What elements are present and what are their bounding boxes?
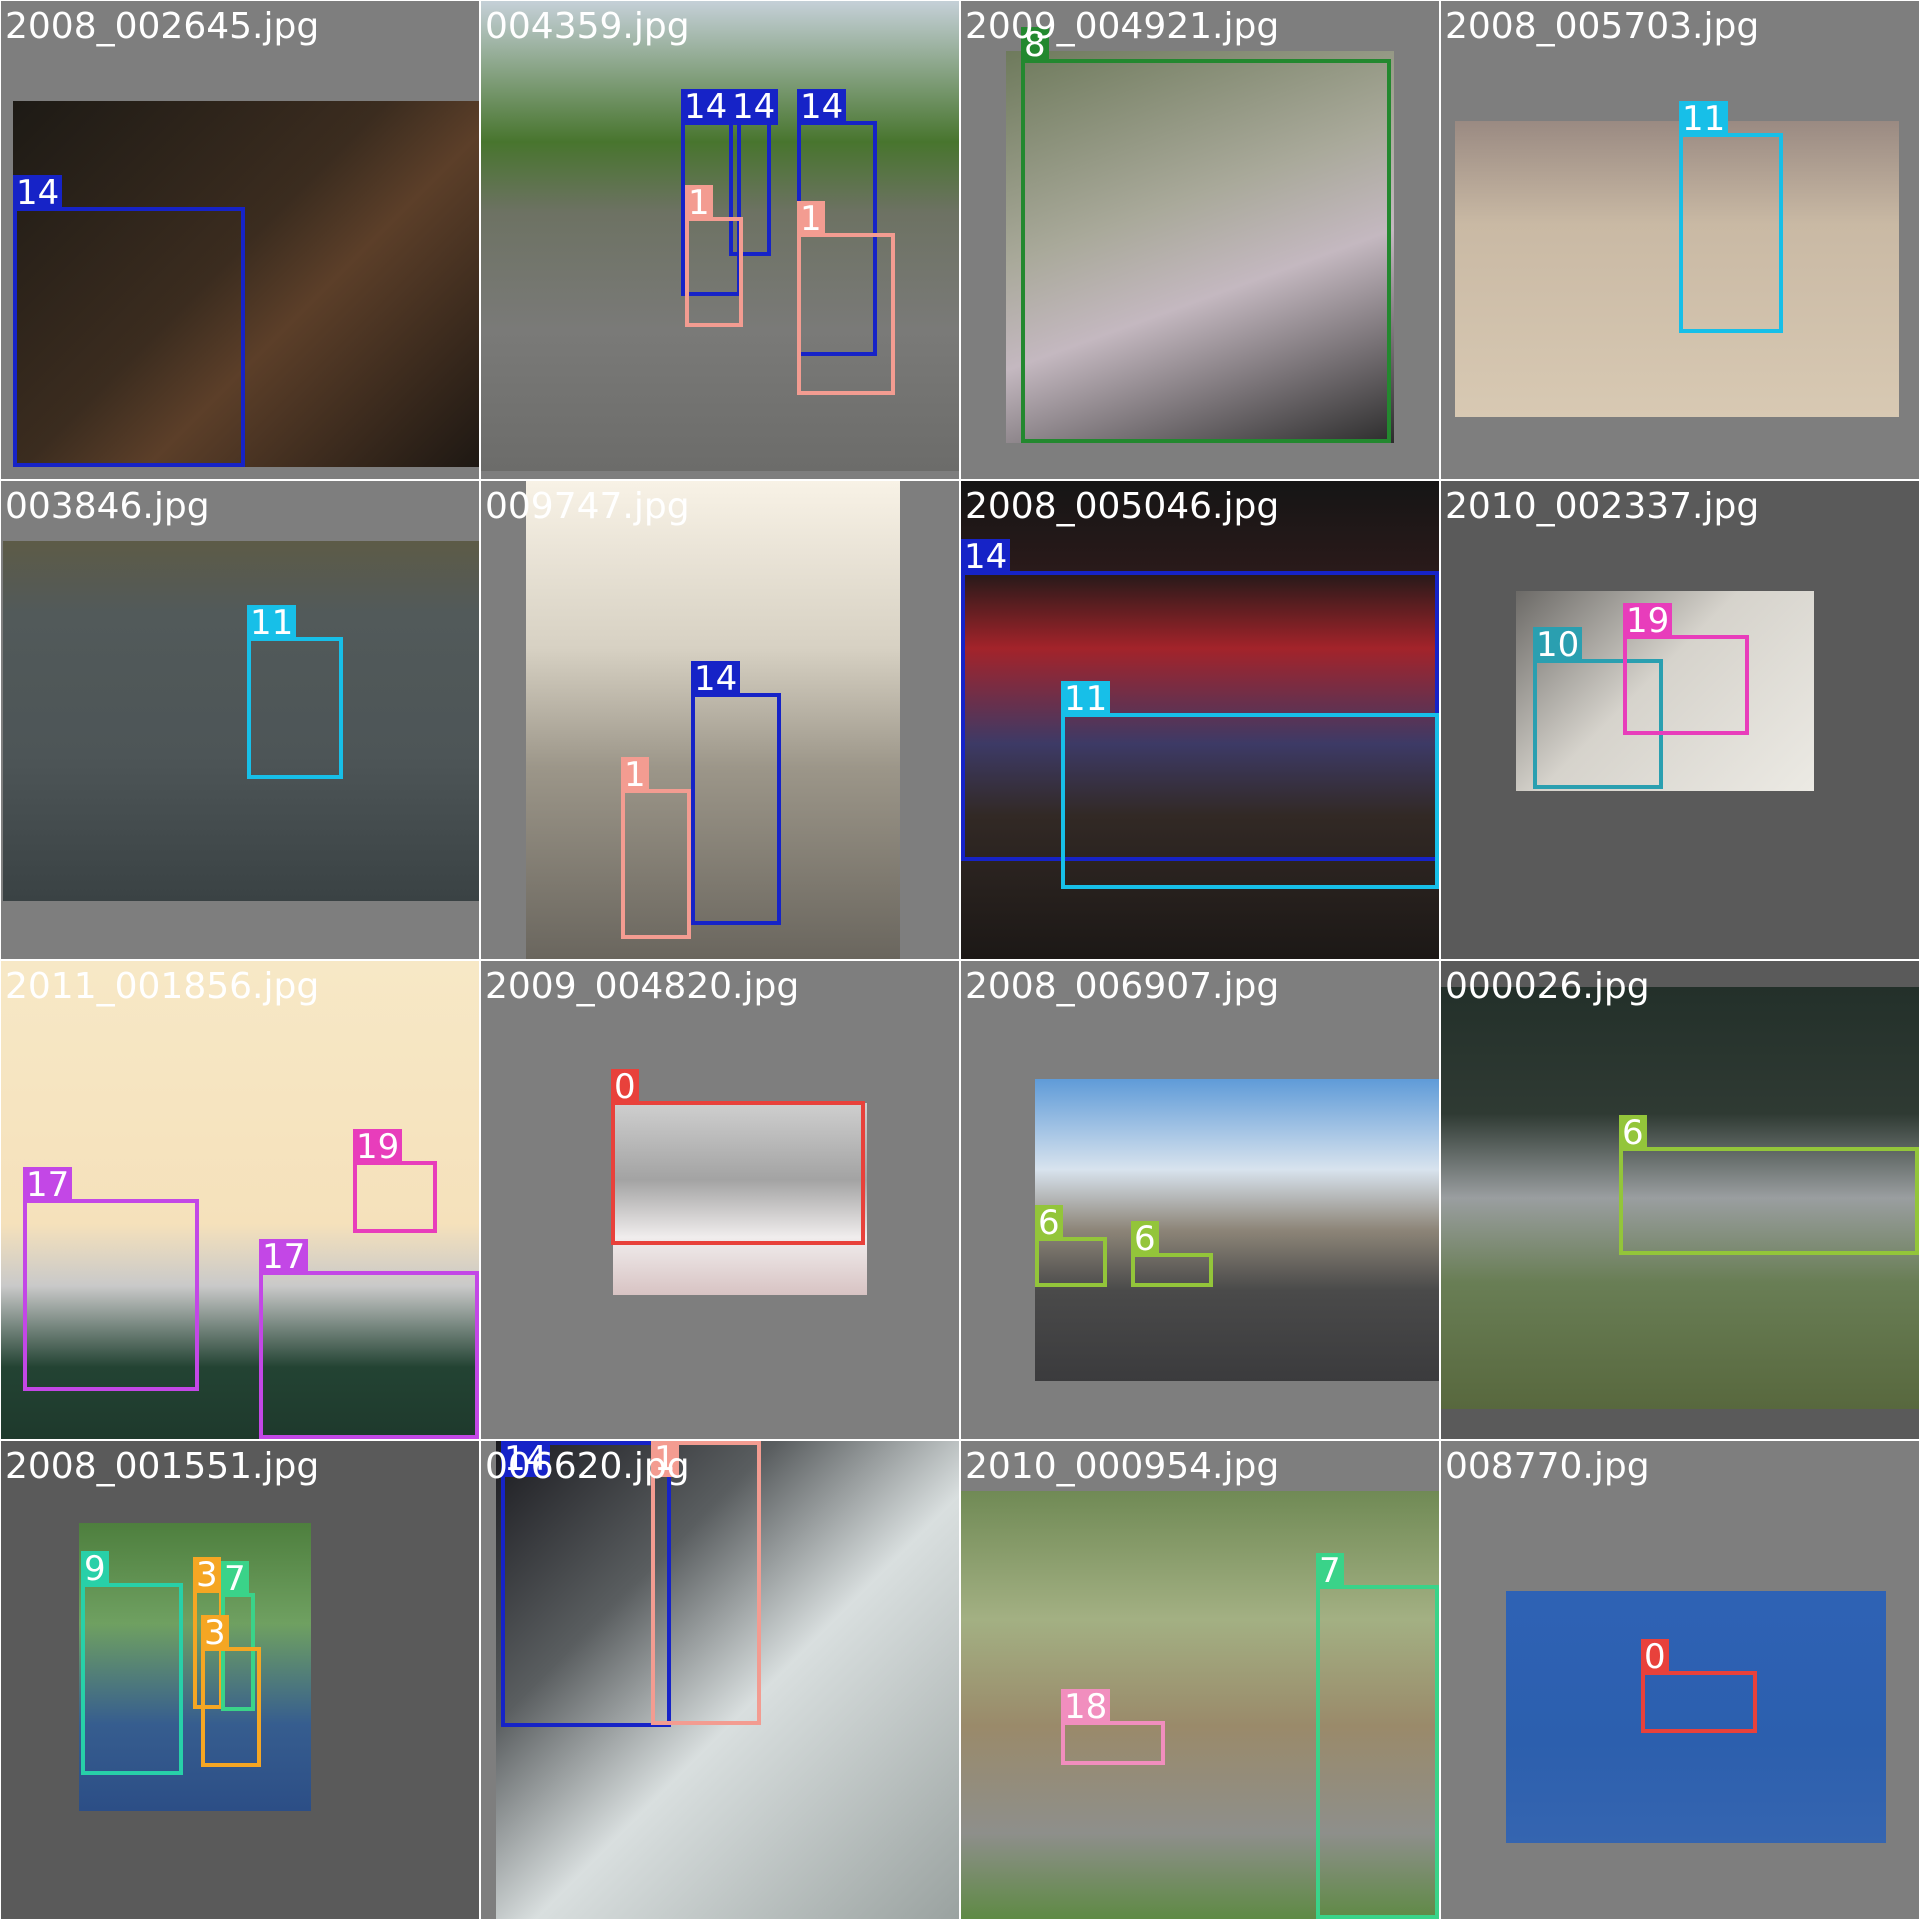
image-filename: 004359.jpg [485, 6, 690, 47]
image-filename: 2008_002645.jpg [5, 6, 320, 47]
bounding-box: 11 [247, 605, 343, 779]
image-filename: 008770.jpg [1445, 1446, 1650, 1487]
bounding-box: 0 [611, 1069, 865, 1245]
class-label: 0 [611, 1069, 639, 1105]
image-tile: 2009_004820.jpg 0 [481, 961, 959, 1439]
image-filename: 003846.jpg [5, 486, 210, 527]
class-label: 17 [23, 1167, 73, 1203]
class-label: 14 [797, 89, 847, 125]
bounding-box: 3 [201, 1615, 261, 1767]
photo [3, 541, 479, 901]
bounding-box: 14 [691, 661, 781, 925]
image-tile: 006620.jpg 14 1 [481, 1441, 959, 1919]
class-label: 3 [201, 1615, 229, 1651]
image-tile: 003846.jpg 11 [1, 481, 479, 959]
class-label: 6 [1131, 1221, 1159, 1257]
bounding-box: 1 [797, 201, 895, 395]
bounding-box: 1 [685, 185, 743, 327]
bounding-box: 6 [1619, 1115, 1919, 1255]
class-label: 11 [1679, 101, 1729, 137]
image-filename: 2008_005046.jpg [965, 486, 1280, 527]
bounding-box: 19 [353, 1129, 437, 1233]
bounding-box: 18 [1061, 1689, 1165, 1765]
class-label: 11 [247, 605, 297, 641]
image-filename: 2009_004921.jpg [965, 6, 1280, 47]
image-tile: 2008_005703.jpg 11 [1441, 1, 1919, 479]
image-filename: 2008_006907.jpg [965, 966, 1280, 1007]
photo [1455, 121, 1899, 417]
image-tile: 2011_001856.jpg 19 17 17 [1, 961, 479, 1439]
class-label: 7 [221, 1561, 249, 1597]
class-label: 11 [1061, 681, 1111, 717]
class-label: 17 [259, 1239, 309, 1275]
bounding-box: 19 [1623, 603, 1749, 735]
image-filename: 2008_001551.jpg [5, 1446, 320, 1487]
bounding-box: 0 [1641, 1639, 1757, 1733]
image-tile: 2008_006907.jpg 6 6 [961, 961, 1439, 1439]
class-label: 6 [1035, 1205, 1063, 1241]
class-label: 7 [1316, 1553, 1344, 1589]
bounding-box: 8 [1021, 27, 1391, 443]
class-label: 14 [961, 539, 1011, 575]
class-label: 14 [729, 89, 779, 125]
image-filename: 2009_004820.jpg [485, 966, 800, 1007]
class-label: 9 [81, 1551, 109, 1587]
photo [1035, 1079, 1439, 1381]
bounding-box: 11 [1061, 681, 1439, 889]
image-filename: 009747.jpg [485, 486, 690, 527]
bounding-box: 9 [81, 1551, 183, 1775]
class-label: 18 [1061, 1689, 1111, 1725]
image-tile: 004359.jpg 14 14 14 1 1 [481, 1, 959, 479]
class-label: 14 [13, 175, 63, 211]
image-tile: 2010_000954.jpg 7 18 [961, 1441, 1439, 1919]
bounding-box: 1 [621, 757, 691, 939]
bounding-box: 7 [1316, 1553, 1439, 1919]
class-label: 1 [621, 757, 649, 793]
image-tile: 000026.jpg 6 [1441, 961, 1919, 1439]
bounding-box: 17 [259, 1239, 479, 1439]
image-tile: 2008_005046.jpg 14 11 [961, 481, 1439, 959]
image-tile: 2009_004921.jpg 8 [961, 1, 1439, 479]
class-label: 14 [691, 661, 741, 697]
image-tile: 009747.jpg 14 1 [481, 481, 959, 959]
bounding-box: 6 [1131, 1221, 1213, 1287]
class-label: 19 [353, 1129, 403, 1165]
class-label: 10 [1533, 627, 1583, 663]
class-label: 1 [797, 201, 825, 237]
bounding-box: 17 [23, 1167, 199, 1391]
image-filename: 000026.jpg [1445, 966, 1650, 1007]
image-filename: 2010_000954.jpg [965, 1446, 1280, 1487]
class-label: 14 [681, 89, 731, 125]
image-tile: 2008_002645.jpg 14 [1, 1, 479, 479]
image-filename: 2011_001856.jpg [5, 966, 320, 1007]
class-label: 19 [1623, 603, 1673, 639]
bounding-box: 14 [13, 175, 245, 467]
class-label: 3 [193, 1557, 221, 1593]
class-label: 0 [1641, 1639, 1669, 1675]
image-filename: 2008_005703.jpg [1445, 6, 1760, 47]
class-label: 1 [685, 185, 713, 221]
image-tile: 2008_001551.jpg 9 3 7 3 [1, 1441, 479, 1919]
bounding-box: 11 [1679, 101, 1783, 333]
mosaic-grid: 2008_002645.jpg 14 004359.jpg 14 14 14 1 1 2009_… [0, 0, 1920, 1920]
bounding-box: 6 [1035, 1205, 1107, 1287]
image-tile: 2010_002337.jpg 10 19 [1441, 481, 1919, 959]
image-filename: 2010_002337.jpg [1445, 486, 1760, 527]
class-label: 6 [1619, 1115, 1647, 1151]
image-tile: 008770.jpg 0 [1441, 1441, 1919, 1919]
image-filename: 006620.jpg [485, 1446, 690, 1487]
